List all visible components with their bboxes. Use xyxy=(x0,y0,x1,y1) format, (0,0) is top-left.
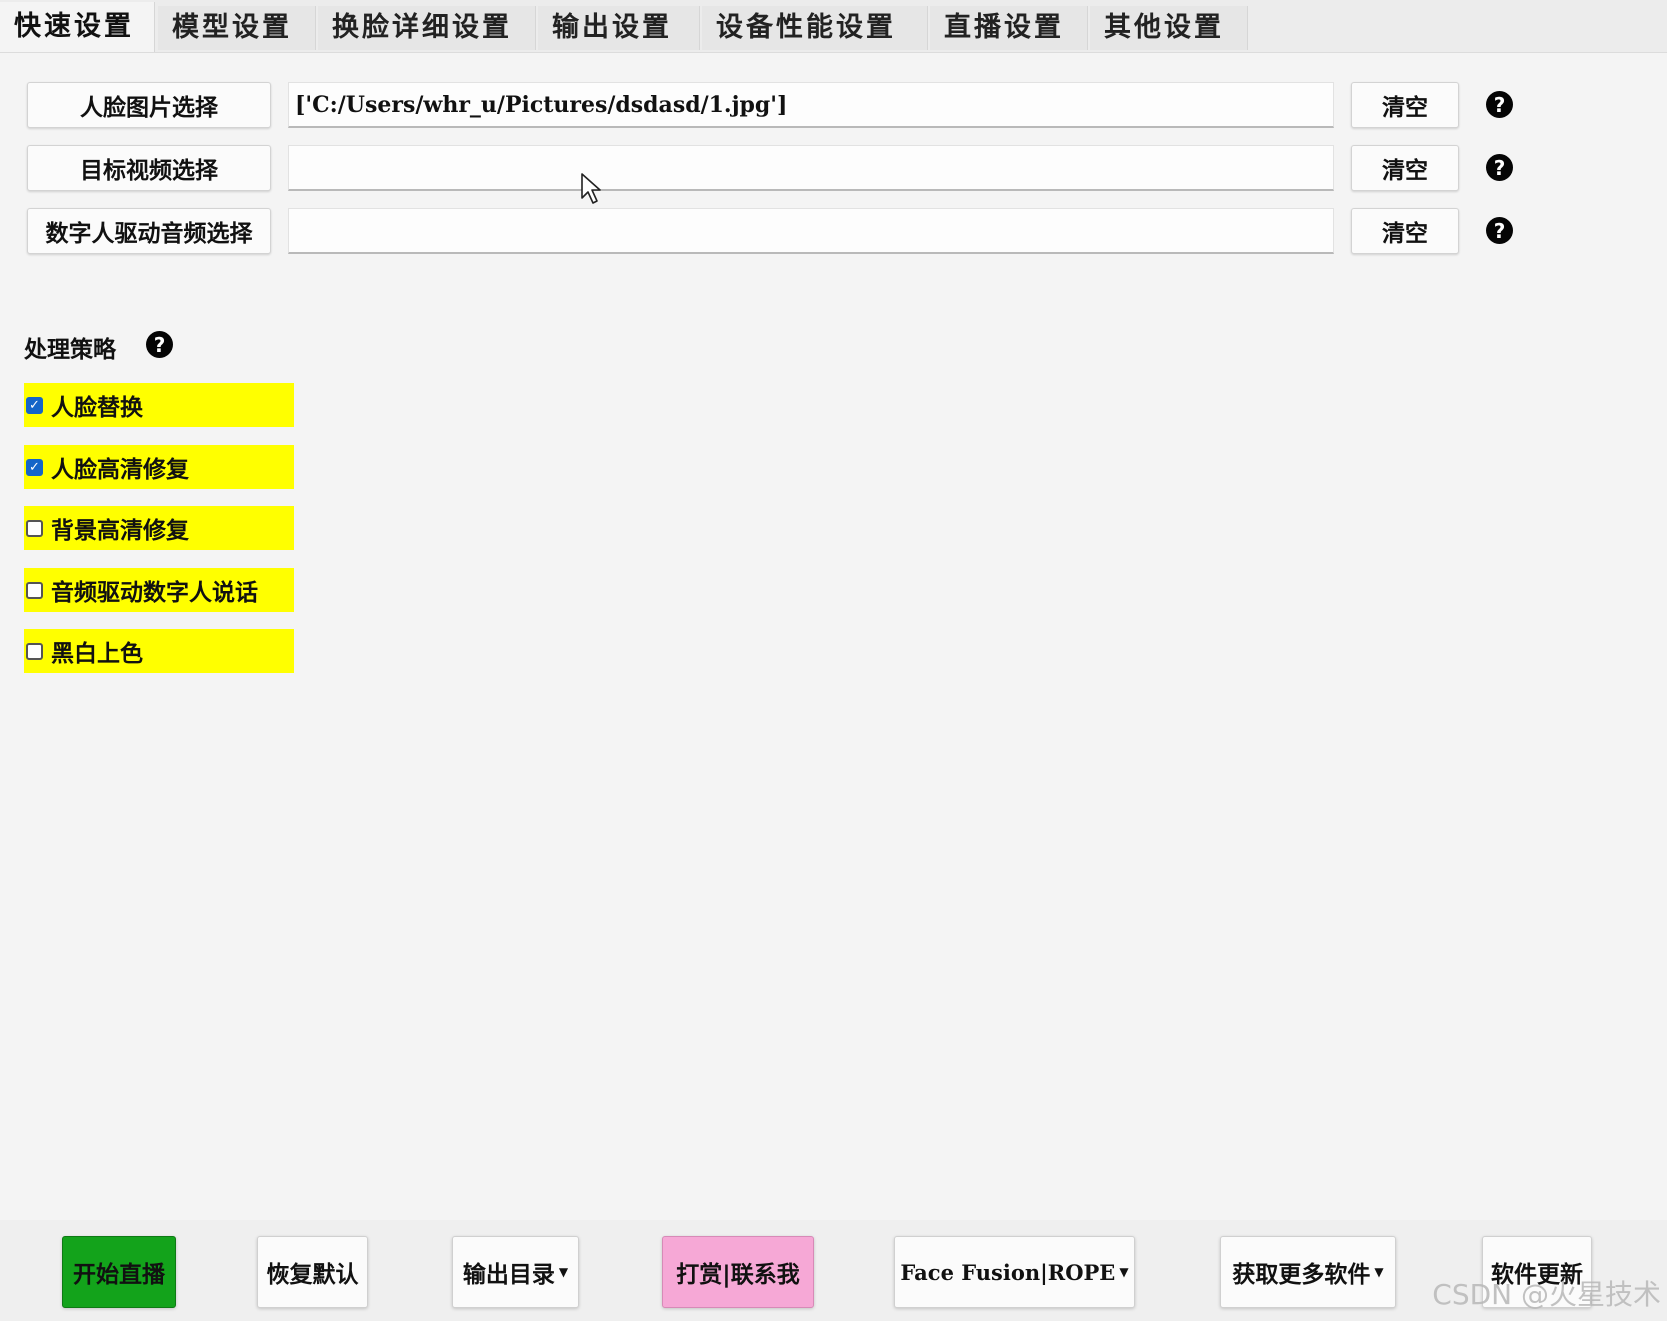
driving-audio-select-button[interactable]: 数字人驱动音频选择 xyxy=(27,208,271,254)
tab-model-settings[interactable]: 模型设置 xyxy=(158,6,316,50)
option-colorize[interactable]: 黑白上色 xyxy=(24,629,294,673)
more-software-dropdown[interactable]: 获取更多软件 ▼ xyxy=(1220,1236,1396,1308)
option-label: 音频驱动数字人说话 xyxy=(51,580,258,606)
target-video-path-field[interactable] xyxy=(288,145,1334,191)
start-live-button[interactable]: 开始直播 xyxy=(62,1236,176,1308)
option-label: 黑白上色 xyxy=(51,641,143,667)
restore-default-button[interactable]: 恢复默认 xyxy=(257,1236,368,1308)
checkbox-unchecked-icon[interactable] xyxy=(26,519,43,537)
option-background-enhance[interactable]: 背景高清修复 xyxy=(24,506,294,550)
engine-label: Face Fusion|ROPE xyxy=(900,1259,1116,1285)
dropdown-caret-icon: ▼ xyxy=(1374,1265,1384,1279)
bottom-toolbar xyxy=(0,1220,1667,1321)
help-icon[interactable]: ? xyxy=(146,331,173,358)
checkbox-checked-icon[interactable]: ✓ xyxy=(26,458,43,476)
face-image-select-button[interactable]: 人脸图片选择 xyxy=(27,82,271,128)
option-label: 人脸替换 xyxy=(51,395,143,421)
engine-dropdown[interactable]: Face Fusion|ROPE ▼ xyxy=(894,1236,1135,1308)
option-face-enhance[interactable]: ✓ 人脸高清修复 xyxy=(24,445,294,489)
mouse-cursor-icon xyxy=(581,173,601,204)
tab-quick-settings[interactable]: 快速设置 xyxy=(0,2,155,52)
watermark: CSDN @火星技术 xyxy=(1432,1278,1661,1311)
driving-audio-path-field[interactable] xyxy=(288,208,1334,254)
target-video-clear-button[interactable]: 清空 xyxy=(1351,145,1459,191)
option-label: 背景高清修复 xyxy=(51,518,189,544)
help-icon[interactable]: ? xyxy=(1486,91,1513,118)
tab-device-performance[interactable]: 设备性能设置 xyxy=(702,6,928,50)
face-image-path-field[interactable]: ['C:/Users/whr_u/Pictures/dsdasd/1.jpg'] xyxy=(288,82,1334,128)
tab-other-settings[interactable]: 其他设置 xyxy=(1090,6,1248,50)
driving-audio-clear-button[interactable]: 清空 xyxy=(1351,208,1459,254)
dropdown-caret-icon: ▼ xyxy=(1119,1265,1129,1279)
checkbox-unchecked-icon[interactable] xyxy=(26,581,43,599)
strategy-label: 处理策略 xyxy=(24,337,116,363)
face-image-clear-button[interactable]: 清空 xyxy=(1351,82,1459,128)
option-audio-driven-avatar[interactable]: 音频驱动数字人说话 xyxy=(24,568,294,612)
option-face-swap[interactable]: ✓ 人脸替换 xyxy=(24,383,294,427)
reward-contact-button[interactable]: 打赏|联系我 xyxy=(662,1236,814,1308)
more-software-label: 获取更多软件 xyxy=(1232,1262,1371,1288)
output-dir-label: 输出目录 xyxy=(462,1262,555,1288)
dropdown-caret-icon: ▼ xyxy=(558,1265,569,1279)
tab-live-settings[interactable]: 直播设置 xyxy=(930,6,1088,50)
tab-face-swap-detail[interactable]: 换脸详细设置 xyxy=(318,6,536,50)
help-icon[interactable]: ? xyxy=(1486,217,1513,244)
tab-output-settings[interactable]: 输出设置 xyxy=(538,6,700,50)
tab-bar: 快速设置 模型设置 换脸详细设置 输出设置 设备性能设置 直播设置 其他设置 xyxy=(0,0,1667,53)
target-video-select-button[interactable]: 目标视频选择 xyxy=(27,145,271,191)
checkbox-checked-icon[interactable]: ✓ xyxy=(26,396,43,414)
output-dir-dropdown[interactable]: 输出目录 ▼ xyxy=(452,1236,579,1308)
help-icon[interactable]: ? xyxy=(1486,154,1513,181)
option-label: 人脸高清修复 xyxy=(51,457,189,483)
checkbox-unchecked-icon[interactable] xyxy=(26,642,43,660)
